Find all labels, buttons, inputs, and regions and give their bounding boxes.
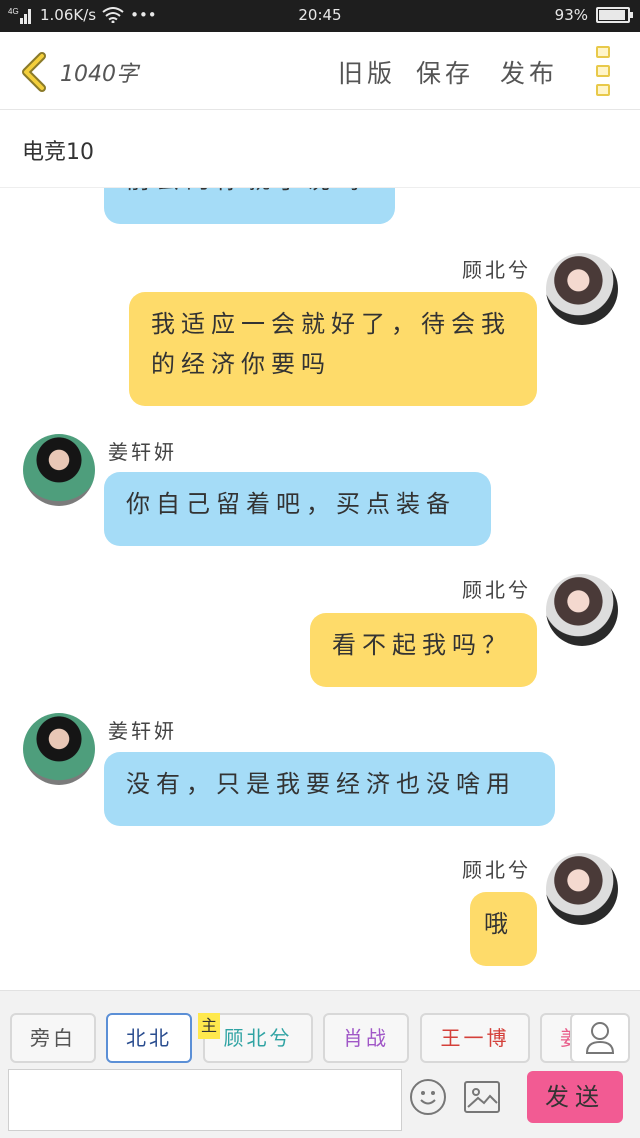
add-role-button[interactable] — [570, 1013, 630, 1063]
role-label: 王一博 — [440, 1026, 510, 1050]
sender-name: 顾北兮 — [462, 578, 531, 602]
chevron-left-icon — [22, 52, 46, 92]
sender-name: 顾北兮 — [462, 258, 531, 282]
composer-panel: 旁白 北北 主 顾北兮 肖战 王一博 姜 发送 — [0, 990, 640, 1138]
status-right: 93% — [554, 6, 633, 24]
avatar[interactable] — [23, 713, 95, 785]
message-bubble[interactable]: 我适应一会就好了，待会我的经济你要吗 — [129, 292, 537, 406]
chat-title-bar: 电竞10 — [0, 110, 640, 188]
smiley-icon — [420, 1091, 436, 1105]
menu-button[interactable] — [596, 46, 614, 96]
send-button[interactable]: 发送 — [527, 1071, 623, 1123]
sender-name: 姜轩妍 — [108, 719, 177, 743]
role-button-beibei[interactable]: 北北 — [106, 1013, 192, 1063]
chat-area[interactable]: 前去的你就了说吗 顾北兮 我适应一会就好了，待会我的经济你要吗 姜轩妍 你自己留… — [0, 188, 640, 990]
user-icon — [585, 1022, 615, 1054]
message-bubble[interactable]: 没有，只是我要经济也没啥用 — [104, 752, 555, 826]
publish-button[interactable]: 发布 — [500, 54, 558, 90]
sender-name: 姜轩妍 — [108, 440, 177, 464]
avatar[interactable] — [546, 574, 618, 646]
role-button-xiao-zhan[interactable]: 肖战 — [323, 1013, 409, 1063]
main-role-tag: 主 — [198, 1013, 220, 1039]
role-label: 北北 — [126, 1026, 172, 1050]
avatar[interactable] — [23, 434, 95, 506]
avatar[interactable] — [546, 253, 618, 325]
back-button[interactable] — [16, 52, 50, 92]
emoji-button[interactable] — [410, 1079, 446, 1115]
role-label: 顾北兮 — [223, 1026, 293, 1050]
menu-dot-icon — [596, 65, 610, 77]
message-bubble[interactable]: 哦 — [470, 892, 537, 966]
menu-dot-icon — [596, 46, 610, 58]
status-time: 20:45 — [298, 6, 342, 24]
role-label: 肖战 — [343, 1026, 389, 1050]
chat-title[interactable]: 电竞10 — [22, 134, 94, 166]
image-button[interactable] — [464, 1081, 500, 1113]
sender-name: 顾北兮 — [462, 858, 531, 882]
role-label: 旁白 — [30, 1026, 76, 1050]
image-icon — [467, 1088, 498, 1108]
status-bar: 4G 1.06K/s ••• 20:45 93% — [0, 0, 640, 32]
editor-header: 1040字 旧版 保存 发布 — [0, 32, 640, 110]
role-button-narrator[interactable]: 旁白 — [10, 1013, 96, 1063]
menu-dot-icon — [596, 84, 610, 96]
word-count: 1040字 — [60, 62, 138, 87]
role-button-wang-yibo[interactable]: 王一博 — [420, 1013, 530, 1063]
message-bubble[interactable]: 你自己留着吧，买点装备 — [104, 472, 491, 546]
message-input[interactable] — [8, 1069, 402, 1131]
battery-icon — [596, 7, 633, 23]
battery-fill — [599, 10, 626, 20]
avatar[interactable] — [546, 853, 618, 925]
message-bubble[interactable]: 前去的你就了说吗 — [104, 188, 395, 224]
old-version-button[interactable]: 旧版 — [338, 54, 396, 90]
save-button[interactable]: 保存 — [416, 54, 474, 90]
battery-percent: 93% — [554, 6, 588, 24]
message-bubble[interactable]: 看不起我吗？ — [310, 613, 537, 687]
